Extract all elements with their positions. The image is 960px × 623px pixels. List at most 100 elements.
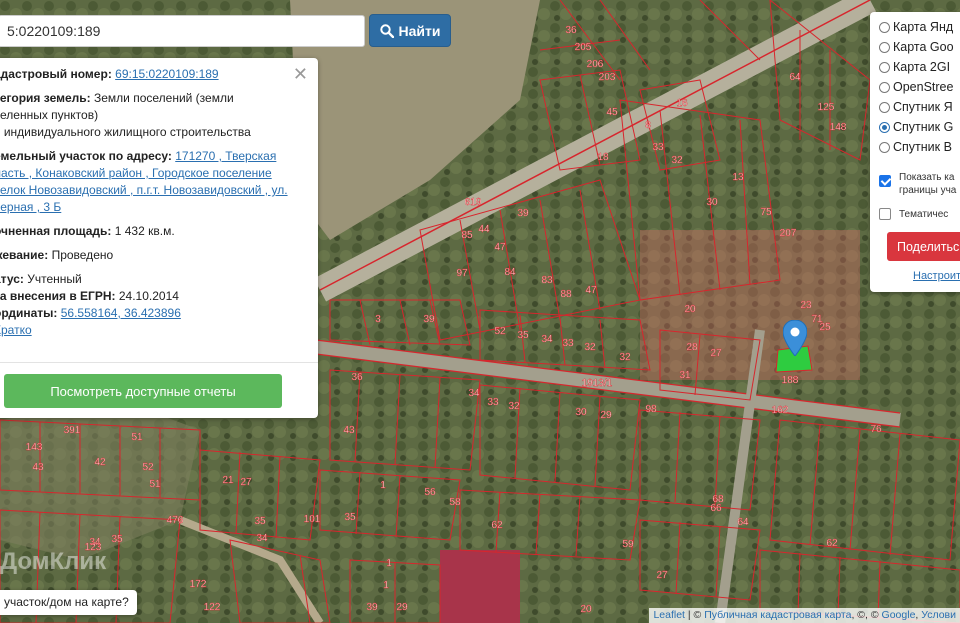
radio-icon[interactable]	[879, 81, 890, 93]
google-link[interactable]: Google	[882, 609, 916, 621]
address-link-2[interactable]: ласть , Конаковский район , Городское по…	[0, 166, 272, 180]
survey-row: жевание: Проведено	[0, 247, 304, 264]
search-icon	[379, 23, 394, 38]
svg-text:122: 122	[204, 602, 221, 613]
svg-text:27: 27	[240, 477, 252, 488]
share-button[interactable]: Поделитьс	[887, 232, 960, 261]
egrn-date-row: та внесения в ЕГРН: 24.10.2014	[0, 288, 304, 305]
svg-text:64: 64	[737, 517, 749, 528]
svg-text:33: 33	[652, 142, 664, 153]
checkbox-icon[interactable]	[879, 208, 891, 220]
svg-text:84: 84	[504, 267, 516, 278]
svg-text:23: 23	[800, 300, 812, 311]
layer-option-google-map[interactable]: Карта Goo	[879, 38, 954, 56]
terms-link[interactable]: Услови	[921, 609, 956, 621]
svg-text:44: 44	[478, 224, 490, 235]
svg-text:88: 88	[560, 289, 572, 300]
svg-text:16: 16	[676, 98, 688, 109]
address-link-3[interactable]: селок Новозавидовский , п.г.т. Новозавид…	[0, 183, 288, 197]
svg-text:205: 205	[575, 42, 592, 53]
coordinates-link[interactable]: 56.558164, 36.423896	[61, 306, 181, 320]
svg-text:1: 1	[383, 580, 389, 591]
svg-text:1913/1: 1913/1	[582, 378, 613, 389]
radio-icon[interactable]	[879, 101, 890, 113]
svg-text:52: 52	[494, 326, 506, 337]
layer-option-2gis-map[interactable]: Карта 2GI	[879, 58, 950, 76]
svg-text:33: 33	[562, 338, 574, 349]
layer-option-yandex-map[interactable]: Карта Янд	[879, 18, 953, 36]
layer-label: OpenStree	[893, 80, 954, 94]
svg-text:64: 64	[789, 72, 801, 83]
view-reports-button[interactable]: Посмотреть доступные отчеты	[4, 374, 282, 408]
coordinates-row: ординаты: 56.558164, 36.423896	[0, 305, 304, 322]
svg-text:125: 125	[818, 102, 835, 113]
svg-text:21: 21	[222, 475, 234, 486]
brief-link[interactable]: Кратко	[0, 323, 32, 337]
svg-text:148: 148	[830, 122, 847, 133]
svg-text:51: 51	[149, 479, 161, 490]
address-link-1[interactable]: 171270 , Тверская	[175, 149, 276, 163]
configure-link[interactable]: Настроит	[913, 270, 960, 282]
radio-icon[interactable]	[879, 141, 890, 153]
svg-text:27: 27	[710, 348, 722, 359]
svg-text:32: 32	[508, 401, 520, 412]
svg-text:43: 43	[32, 462, 44, 473]
thematic-checkbox[interactable]	[879, 205, 891, 223]
address-link-4[interactable]: верная , 3 Б	[0, 200, 61, 214]
svg-text:29: 29	[600, 410, 612, 421]
layer-option-google-satellite[interactable]: Спутник G	[879, 118, 953, 136]
svg-text:30: 30	[706, 197, 718, 208]
svg-text:391: 391	[64, 425, 81, 436]
svg-text:34: 34	[468, 388, 480, 399]
cadastral-number-link[interactable]: 69:15:0220109:189	[115, 67, 218, 81]
svg-text:1: 1	[380, 480, 386, 491]
svg-text:203: 203	[599, 72, 616, 83]
svg-text:13: 13	[732, 172, 744, 183]
layer-option-yandex-satellite[interactable]: Спутник Я	[879, 98, 953, 116]
land-category-label: тегория земель:	[0, 91, 91, 105]
cadastral-search-input[interactable]: 5:0220109:189	[0, 15, 365, 47]
cadastral-map-link[interactable]: Публичная кадастровая карта	[704, 609, 851, 621]
layer-label: Карта Янд	[893, 20, 954, 34]
radio-icon[interactable]	[879, 41, 890, 53]
area-row: очненная площадь: 1 432 кв.м.	[0, 223, 304, 240]
svg-text:207: 207	[780, 228, 797, 239]
svg-text:35: 35	[111, 534, 123, 545]
parcel-info-popup: ✕ адастровый номер: 69:15:0220109:189 те…	[0, 58, 318, 418]
search-button[interactable]: Найти	[369, 14, 451, 47]
svg-text:188: 188	[782, 375, 799, 386]
radio-selected-icon[interactable]	[879, 121, 890, 133]
layer-label: Спутник Я	[893, 100, 953, 114]
layer-label: Спутник B	[893, 140, 952, 154]
svg-text:51: 51	[131, 432, 143, 443]
layer-label: Карта Goo	[893, 40, 954, 54]
radio-icon[interactable]	[879, 61, 890, 73]
show-boundaries-checkbox[interactable]	[879, 172, 891, 190]
svg-text:28: 28	[686, 342, 698, 353]
land-category-row: тегория земель: Земли поселений (земли с…	[0, 90, 304, 141]
find-parcel-prompt[interactable]: участок/дом на карте?	[0, 590, 137, 615]
svg-text:97: 97	[456, 268, 468, 279]
layer-label: Карта 2GI	[893, 60, 951, 74]
svg-text:75: 75	[760, 207, 772, 218]
cadastral-number-label: адастровый номер:	[0, 67, 112, 81]
radio-icon[interactable]	[879, 21, 890, 33]
svg-text:39: 39	[423, 314, 435, 325]
svg-text:172: 172	[190, 579, 207, 590]
svg-text:33: 33	[487, 397, 499, 408]
svg-text:62: 62	[491, 520, 503, 531]
svg-text:476: 476	[167, 515, 184, 526]
svg-text:29: 29	[396, 602, 408, 613]
svg-text:206: 206	[587, 59, 604, 70]
svg-text:1: 1	[386, 558, 392, 569]
svg-text:36: 36	[565, 25, 577, 36]
svg-text:25: 25	[819, 322, 831, 333]
checkbox-checked-icon[interactable]	[879, 175, 891, 187]
show-boundaries-label: Показать ка границы уча	[899, 172, 957, 196]
egrn-date-value: 24.10.2014	[118, 289, 179, 303]
leaflet-link[interactable]: Leaflet	[653, 609, 685, 621]
layer-option-bing-satellite[interactable]: Спутник B	[879, 138, 952, 156]
layer-option-openstreetmap[interactable]: OpenStree	[879, 78, 953, 96]
divider	[0, 362, 318, 363]
svg-text:42: 42	[94, 457, 106, 468]
